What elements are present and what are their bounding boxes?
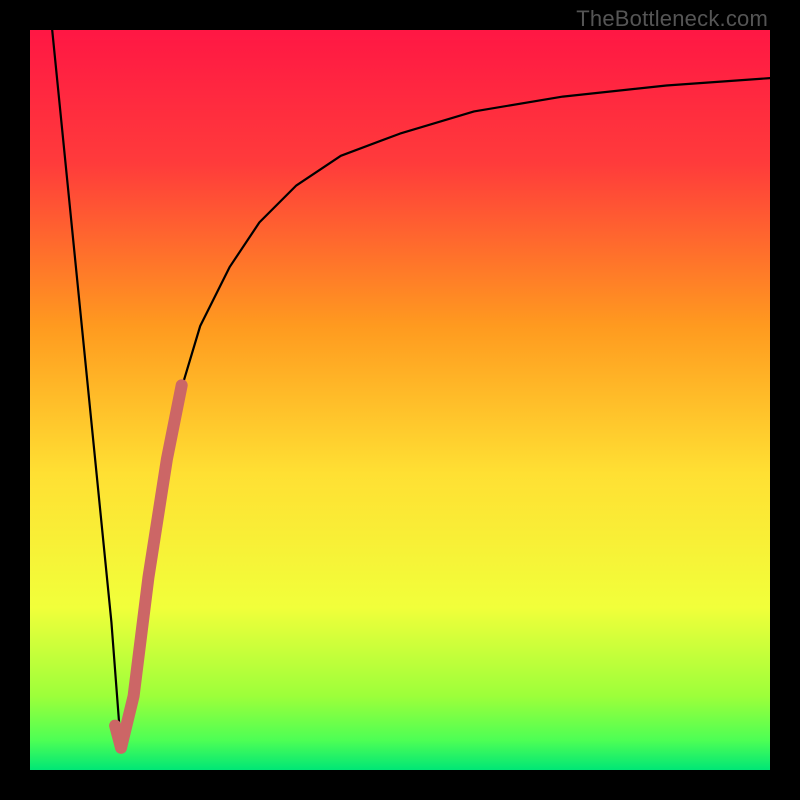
chart-frame: TheBottleneck.com (0, 0, 800, 800)
bottleneck-curve (52, 30, 770, 748)
watermark-text: TheBottleneck.com (576, 6, 768, 32)
curve-layer (30, 30, 770, 770)
highlight-segment (115, 385, 182, 748)
plot-area (30, 30, 770, 770)
